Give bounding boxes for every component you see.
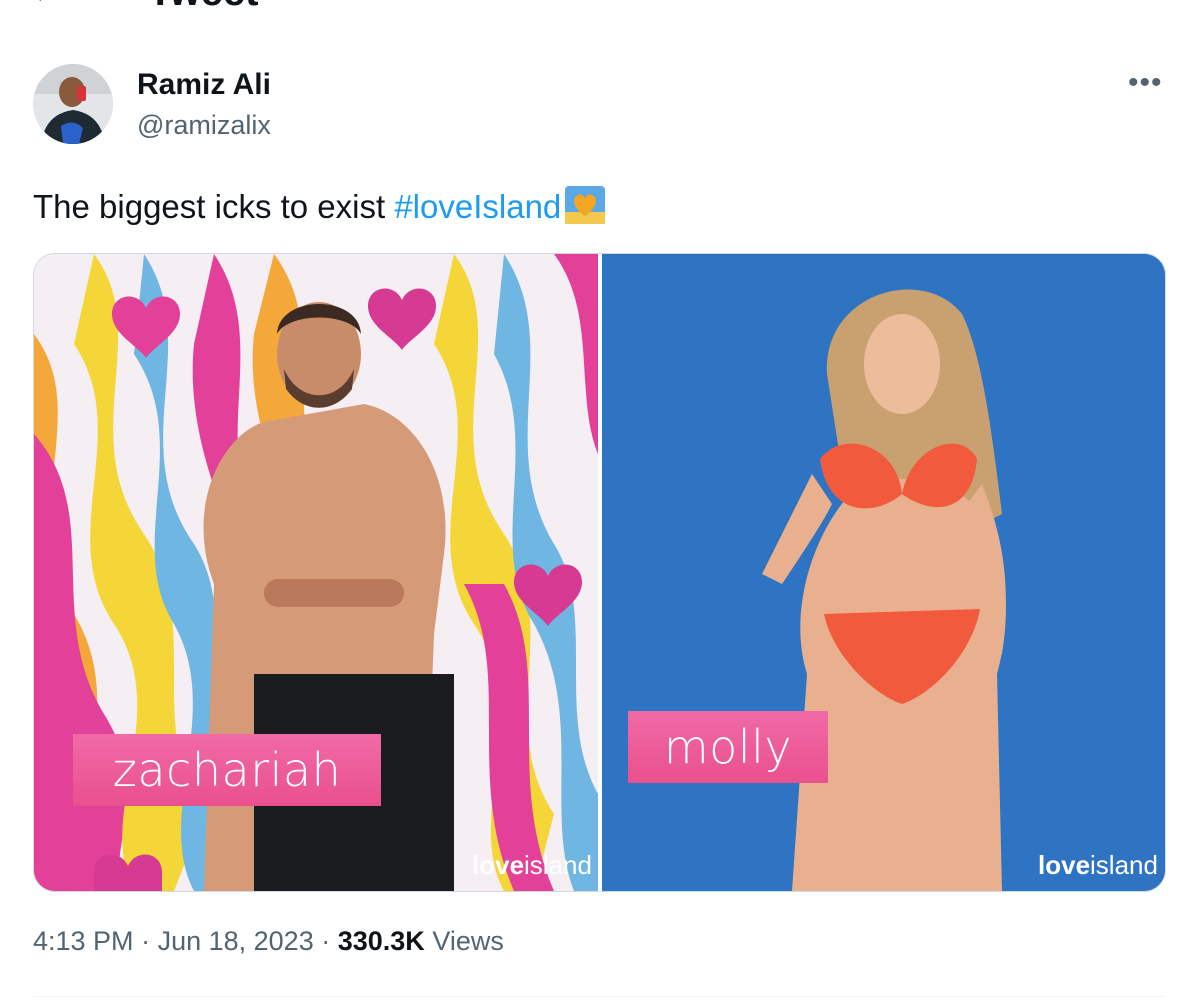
contestant-name-tag-zachariah: zachariah — [73, 734, 381, 806]
love-island-logo: loveisland — [472, 850, 592, 880]
tweet-media[interactable]: zachariah loveisland molly loveisland — [33, 253, 1166, 892]
tweet-text: The biggest icks to exist #loveIsland — [33, 186, 606, 232]
media-image-right[interactable]: molly loveisland — [602, 254, 1165, 891]
separator-dot: · — [321, 926, 338, 956]
avatar[interactable] — [33, 64, 113, 144]
author-handle[interactable]: @ramizalix — [137, 110, 271, 141]
media-image-left[interactable]: zachariah loveisland — [34, 254, 598, 891]
tweet-date[interactable]: Jun 18, 2023 — [158, 926, 314, 956]
divider — [33, 996, 1164, 997]
back-arrow-icon[interactable]: ← — [30, 0, 60, 10]
tweet-body: The biggest icks to exist — [33, 188, 395, 225]
views-count: 330.3K — [337, 926, 425, 956]
views-label: Views — [432, 926, 504, 956]
tweet-meta: 4:13 PM · Jun 18, 2023 · 330.3K Views — [33, 926, 504, 957]
author-display-name[interactable]: Ramiz Ali — [137, 68, 271, 102]
love-island-emoji-icon — [565, 186, 606, 232]
top-bar: ← Tweet — [0, 0, 1194, 14]
page-title: Tweet — [148, 0, 258, 15]
more-options-icon[interactable]: ••• — [1128, 66, 1163, 100]
molly-photo — [602, 254, 1165, 891]
love-island-logo: loveisland — [1038, 850, 1158, 880]
hashtag-link[interactable]: #loveIsland — [394, 188, 561, 225]
tweet-time[interactable]: 4:13 PM — [33, 926, 134, 956]
contestant-name-tag-molly: molly — [628, 711, 828, 783]
avatar-image — [33, 64, 113, 144]
separator-dot: · — [141, 926, 158, 956]
